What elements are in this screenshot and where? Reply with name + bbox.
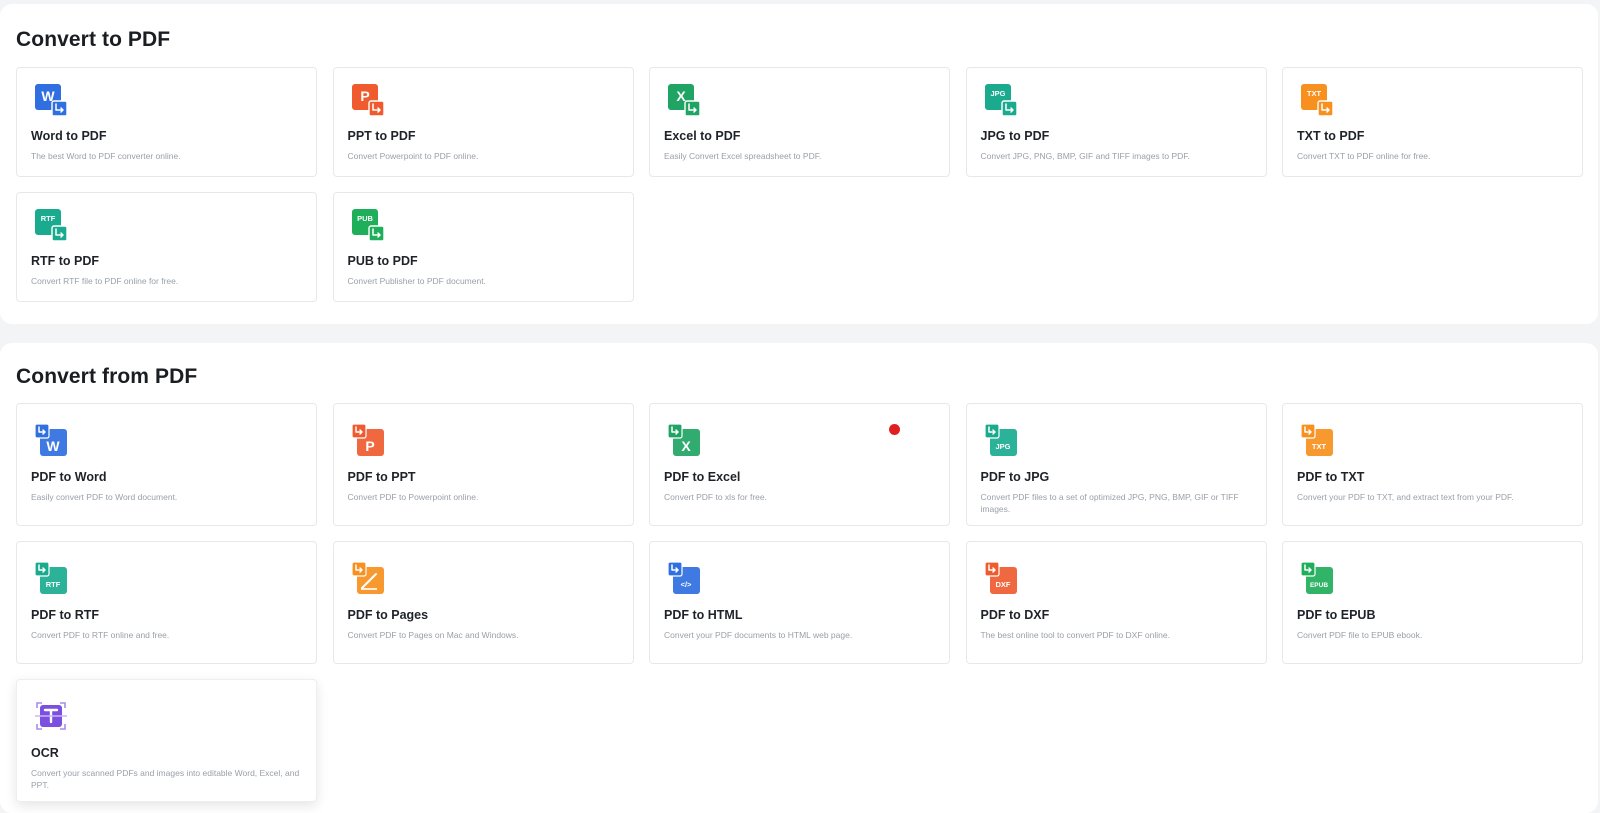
tool-card-description: The best online tool to convert PDF to D… — [980, 630, 1170, 640]
svg-text:RTF: RTF — [41, 214, 56, 223]
tool-card-description: The best Word to PDF converter online. — [31, 151, 181, 161]
tool-card-ocr[interactable]: OCR Convert your scanned PDFs and images … — [16, 679, 317, 802]
svg-text:W: W — [46, 438, 60, 454]
tool-card-description: Convert PDF to Pages on Mac and Windows. — [347, 630, 519, 640]
txt-to-pdf-icon: TXT — [1301, 84, 1334, 117]
ocr-icon — [35, 700, 67, 732]
tool-card-word-to-pdf[interactable]: W Word to PDF The best Word to PDF convert… — [16, 67, 317, 177]
tool-card-pub-to-pdf[interactable]: PUB PUB to PDF Convert Publisher to PDF do… — [332, 192, 634, 302]
tool-card-description: Convert RTF file to PDF online for free. — [31, 276, 179, 286]
tool-card-title: PDF to PPT — [347, 470, 416, 484]
tool-card-title: PDF to HTML — [664, 608, 743, 622]
tool-card-pdf-to-jpg[interactable]: JPG PDF to JPG Convert PDF files to a set … — [965, 403, 1267, 526]
pdf-to-ppt-icon: P — [350, 423, 384, 456]
tool-card-pdf-to-dxf[interactable]: DXF PDF to DXF The best online tool to con… — [965, 541, 1267, 664]
pdf-to-rtf-icon: RTF — [34, 561, 67, 594]
svg-text:</>: </> — [681, 580, 692, 589]
tool-card-pdf-to-word[interactable]: W PDF to Word Easily convert PDF to Word d… — [16, 403, 317, 526]
svg-text:JPG: JPG — [990, 89, 1005, 98]
tool-card-description: Easily convert PDF to Word document. — [31, 492, 178, 502]
svg-text:JPG: JPG — [995, 442, 1010, 451]
tool-card-title: PDF to EPUB — [1297, 608, 1376, 622]
svg-text:PUB: PUB — [357, 214, 373, 223]
excel-to-pdf-icon: X — [668, 84, 701, 117]
svg-text:P: P — [360, 88, 369, 104]
tool-card-title: Excel to PDF — [664, 129, 741, 143]
pdf-to-excel-icon: X — [667, 423, 700, 456]
tool-card-description: Convert your PDF to TXT, and extract tex… — [1297, 492, 1514, 502]
tool-card-title: PDF to Excel — [664, 470, 741, 484]
tool-card-title: PDF to JPG — [980, 470, 1050, 484]
word-to-pdf-icon: W — [35, 84, 68, 117]
tool-card-title: PDF to Word — [31, 470, 107, 484]
tool-card-title: PPT to PDF — [347, 129, 416, 143]
tool-card-description: Easily Convert Excel spreadsheet to PDF. — [664, 151, 822, 161]
tool-card-pdf-to-ppt[interactable]: P PDF to PPT Convert PDF to Powerpoint onl… — [332, 403, 634, 526]
tool-card-pdf-to-txt[interactable]: TXT PDF to TXT Convert your PDF to TXT, an… — [1282, 403, 1583, 526]
cursor-indicator-dot — [889, 424, 900, 435]
tool-card-title: PDF to TXT — [1297, 470, 1365, 484]
section-title-convert-from-pdf: Convert from PDF — [16, 365, 198, 388]
tool-card-description: Convert your PDF documents to HTML web p… — [664, 630, 853, 640]
tool-card-description: Convert PDF to xls for free. — [664, 492, 767, 502]
rtf-to-pdf-icon: RTF — [35, 209, 68, 242]
pdf-to-dxf-icon: DXF — [983, 561, 1017, 594]
tool-card-description: Convert Publisher to PDF document. — [347, 276, 486, 286]
tool-card-title: JPG to PDF — [980, 129, 1050, 143]
convert-from-pdf-grid: W PDF to Word Easily convert PDF to Word d… — [16, 403, 1583, 802]
tool-card-description: Convert JPG, PNG, BMP, GIF and TIFF imag… — [980, 151, 1190, 161]
tool-card-description: Convert TXT to PDF online for free. — [1297, 151, 1431, 161]
tool-card-title: PDF to DXF — [980, 608, 1050, 622]
svg-text:RTF: RTF — [46, 580, 61, 589]
pdf-to-jpg-icon: JPG — [983, 423, 1017, 456]
svg-text:X: X — [681, 438, 691, 454]
section-title-convert-to-pdf: Convert to PDF — [16, 28, 171, 51]
svg-text:EPUB: EPUB — [1310, 582, 1328, 589]
ppt-to-pdf-icon: P — [351, 84, 385, 117]
tool-card-description: Convert PDF files to a set of optimized … — [980, 492, 1239, 514]
tool-card-title: OCR — [31, 746, 59, 760]
convert-to-pdf-section: Convert to PDF W Word to PDF The best Word… — [0, 4, 1598, 324]
tool-card-description: Convert PDF to RTF online and free. — [31, 630, 170, 640]
svg-text:P: P — [365, 438, 374, 454]
svg-text:TXT: TXT — [1307, 89, 1322, 98]
tool-card-pdf-to-excel[interactable]: X PDF to Excel Convert PDF to xls for free… — [649, 403, 950, 526]
tool-card-pdf-to-rtf[interactable]: RTF PDF to RTF Convert PDF to RTF online a… — [16, 541, 317, 664]
tool-card-title: PDF to RTF — [31, 608, 100, 622]
convert-to-pdf-grid: W Word to PDF The best Word to PDF convert… — [16, 67, 1583, 302]
tool-card-title: RTF to PDF — [31, 254, 100, 268]
tool-card-pdf-to-epub[interactable]: EPUB PDF to EPUB Convert PDF file to EPUB … — [1282, 541, 1583, 664]
tool-card-txt-to-pdf[interactable]: TXT TXT to PDF Convert TXT to PDF online f… — [1282, 67, 1583, 177]
tool-card-pdf-to-html[interactable]: </> PDF to HTML Convert your PDF documents… — [649, 541, 950, 664]
pdf-to-txt-icon: TXT — [1300, 423, 1333, 456]
tool-card-jpg-to-pdf[interactable]: JPG JPG to PDF Convert JPG, PNG, BMP, GIF … — [965, 67, 1267, 177]
tool-card-excel-to-pdf[interactable]: X Excel to PDF Easily Convert Excel spread… — [649, 67, 950, 177]
jpg-to-pdf-icon: JPG — [984, 84, 1018, 117]
pdf-to-pages-icon — [350, 561, 384, 594]
tool-card-ppt-to-pdf[interactable]: P PPT to PDF Convert Powerpoint to PDF onl… — [332, 67, 634, 177]
pdf-to-word-icon: W — [34, 423, 67, 456]
svg-text:TXT: TXT — [1312, 442, 1327, 451]
tool-card-rtf-to-pdf[interactable]: RTF RTF to PDF Convert RTF file to PDF onl… — [16, 192, 317, 302]
tool-card-description: Convert Powerpoint to PDF online. — [347, 151, 479, 161]
tool-card-title: PDF to Pages — [347, 608, 429, 622]
tool-card-title: TXT to PDF — [1297, 129, 1365, 143]
tool-card-description: Convert PDF file to EPUB ebook. — [1297, 630, 1423, 640]
tool-card-description: Convert your scanned PDFs and images int… — [31, 768, 300, 790]
pub-to-pdf-icon: PUB — [351, 209, 385, 242]
tool-card-title: Word to PDF — [31, 129, 107, 143]
tool-card-pdf-to-pages[interactable]: PDF to Pages Convert PDF to Pages on Mac … — [332, 541, 634, 664]
svg-text:DXF: DXF — [995, 580, 1010, 589]
convert-from-pdf-section: Convert from PDF W PDF to Word Easily conv… — [0, 343, 1598, 813]
pdf-to-html-icon: </> — [667, 561, 700, 594]
tool-card-title: PUB to PDF — [347, 254, 418, 268]
pdf-to-epub-icon: EPUB — [1300, 561, 1333, 594]
tool-card-description: Convert PDF to Powerpoint online. — [347, 492, 479, 502]
